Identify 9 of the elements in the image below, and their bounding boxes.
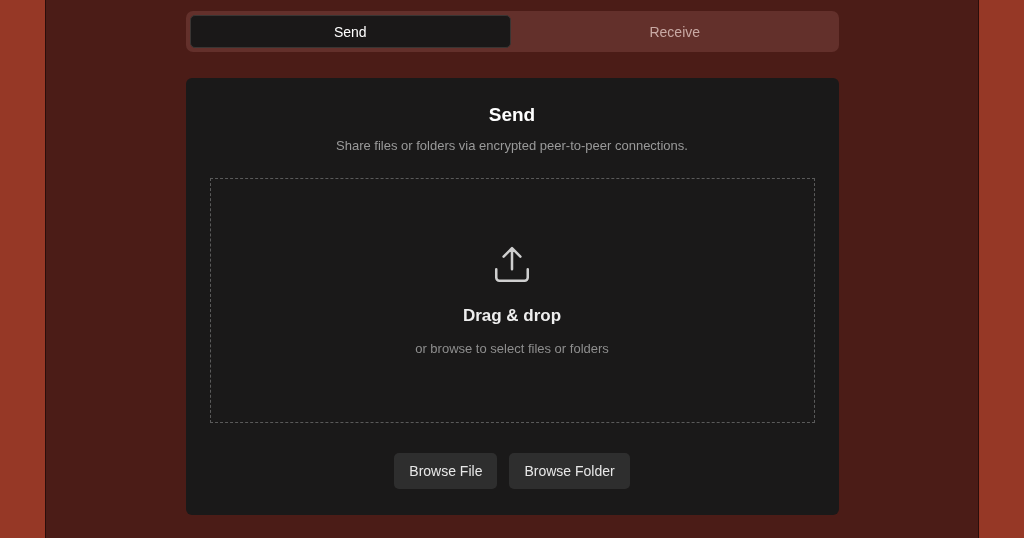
tab[interactable]: Send: [189, 15, 511, 48]
panel-subtitle: Share files or folders via encrypted peer-to-peer connections.: [336, 138, 688, 153]
browse-button[interactable]: Browse File: [394, 453, 498, 489]
drop-zone[interactable]: Drag & drop or browse to select files or folders: [209, 178, 815, 423]
drop-hint: or browse to select files or folders: [415, 341, 609, 356]
panel-title: Send: [488, 104, 536, 126]
browse-button[interactable]: Browse Folder: [509, 453, 630, 489]
drop-title: Drag & drop: [462, 306, 562, 326]
tab[interactable]: Receive: [515, 15, 835, 48]
